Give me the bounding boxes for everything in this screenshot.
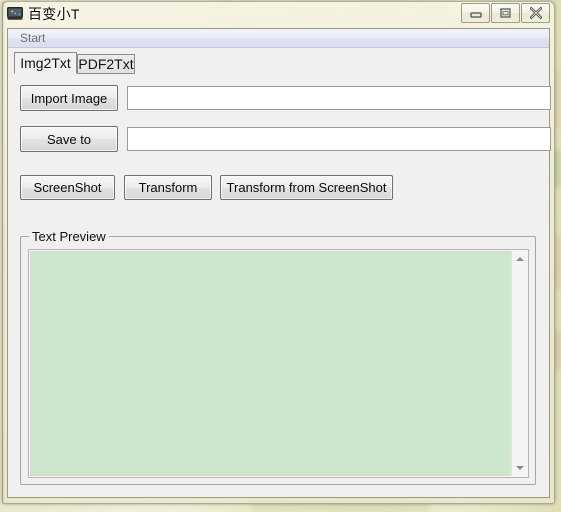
text-preview-container	[28, 249, 529, 478]
close-icon	[522, 4, 549, 22]
transform-button[interactable]: Transform	[124, 175, 212, 200]
transform-from-screenshot-button[interactable]: Transform from ScreenShot	[220, 175, 393, 200]
text-preview-label: Text Preview	[29, 229, 109, 244]
text-preview-groupbox: Text Preview	[20, 229, 536, 485]
close-button[interactable]	[521, 3, 550, 23]
scroll-down-arrow-icon[interactable]	[512, 460, 528, 476]
tab-page-img2txt: Import Image Save to ScreenShot Transfor…	[8, 74, 551, 497]
client-area: Start PDF2Txt Img2Txt Import Image Save …	[7, 28, 551, 498]
app-monitor-icon	[7, 6, 23, 21]
minimize-icon	[462, 4, 489, 22]
text-preview-textarea[interactable]	[30, 251, 512, 476]
import-image-button[interactable]: Import Image	[20, 85, 118, 111]
triangle-up-glyph	[516, 257, 524, 261]
import-image-path-input[interactable]	[127, 86, 551, 110]
triangle-down-glyph	[516, 466, 524, 470]
save-to-button[interactable]: Save to	[20, 126, 118, 152]
maximize-button[interactable]	[491, 3, 520, 23]
tab-strip: PDF2Txt Img2Txt	[8, 48, 549, 93]
screenshot-button[interactable]: ScreenShot	[20, 175, 115, 200]
menu-bar: Start	[8, 29, 549, 48]
tab-pdf2txt[interactable]: PDF2Txt	[77, 54, 135, 74]
scroll-up-arrow-icon[interactable]	[512, 251, 528, 267]
tab-img2txt[interactable]: Img2Txt	[14, 52, 77, 74]
minimize-button[interactable]	[461, 3, 490, 23]
menu-item-start[interactable]: Start	[16, 30, 49, 46]
maximize-icon	[492, 4, 519, 22]
text-preview-scrollbar[interactable]	[511, 251, 527, 476]
title-bar[interactable]: 百变小T	[2, 1, 555, 27]
application-window: 百变小T Start PDF2Txt Img2Txt Import Image …	[2, 1, 555, 504]
save-to-path-input[interactable]	[127, 127, 551, 151]
window-title: 百变小T	[28, 6, 80, 22]
window-left-edge-shade	[2, 1, 5, 504]
